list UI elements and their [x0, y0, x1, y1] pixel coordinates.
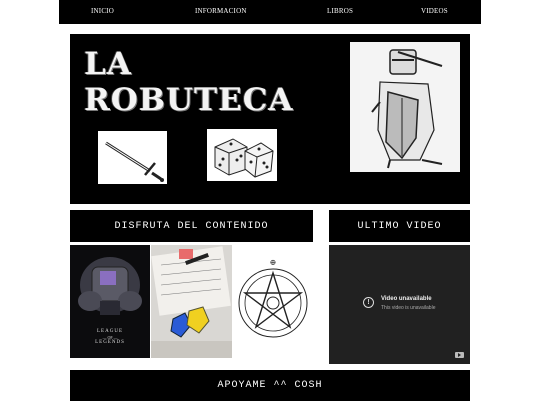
knight-icon — [350, 42, 460, 172]
nav-link-videos[interactable]: VIDEOS — [421, 7, 448, 15]
sword-icon — [98, 131, 167, 184]
video-section-header: ULTIMO VIDEO — [329, 210, 470, 242]
hero-banner: LA ROBUTECA — [70, 34, 470, 204]
site-title-line1: LA — [84, 46, 132, 82]
svg-text:⊕: ⊕ — [270, 258, 277, 267]
tabletop-photo-image[interactable] — [151, 245, 232, 358]
youtube-logo-icon[interactable] — [455, 352, 464, 358]
league-of-legends-image[interactable]: LEAGUE — OF — LEGENDS — [70, 245, 150, 358]
nav-link-informacion[interactable]: INFORMACION — [195, 7, 247, 15]
dice-icon — [207, 129, 277, 181]
sword-image — [98, 131, 167, 184]
support-banner[interactable]: APOYAME ^^ COSH — [70, 370, 470, 401]
pentagram-image[interactable]: ⊕ — [233, 245, 313, 358]
video-error-title: Video unavailable — [381, 296, 432, 302]
knight-image — [350, 42, 460, 172]
nav-link-inicio[interactable]: INICIO — [91, 7, 114, 15]
warning-icon: ! — [363, 297, 374, 308]
top-navigation: INICIO INFORMACION LIBROS VIDEOS — [59, 0, 481, 24]
video-error-subtitle: This video is unavailable — [381, 305, 436, 311]
video-player[interactable]: ! Video unavailable This video is unavai… — [329, 245, 470, 364]
league-title-bottom: LEGENDS — [95, 340, 125, 345]
dice-photo-icon — [151, 245, 232, 358]
dice-image — [207, 129, 277, 181]
content-section-header: DISFRUTA DEL CONTENIDO — [70, 210, 313, 242]
nav-link-libros[interactable]: LIBROS — [327, 7, 353, 15]
site-title-line2: ROBUTECA — [84, 82, 294, 118]
pentagram-icon: ⊕ — [233, 245, 313, 358]
league-title-top: LEAGUE — [97, 329, 123, 334]
